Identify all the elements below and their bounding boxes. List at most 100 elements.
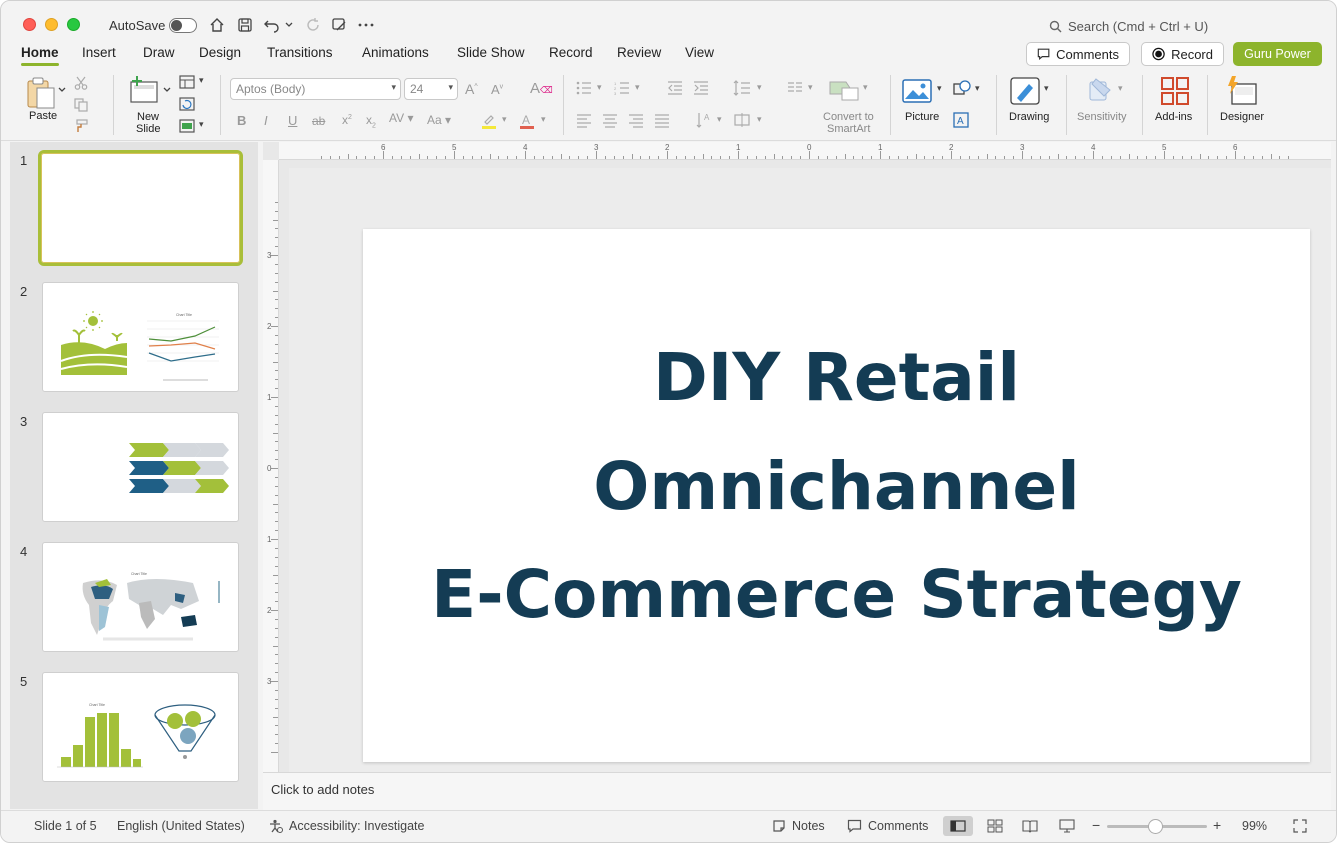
slide-thumbnail-4[interactable]: Chart Title [42,542,239,652]
close-window-button[interactable] [23,18,36,31]
slide-thumbnail-5[interactable]: Chart Title [42,672,239,782]
smartart-chevron-icon[interactable]: ▾ [863,82,868,93]
more-options-icon[interactable] [356,15,376,35]
text-direction-icon[interactable]: A [695,111,715,129]
clear-formatting-icon[interactable]: A⌫ [530,80,553,97]
drawing-chevron-icon[interactable]: ▾ [1044,83,1049,94]
numbering-chevron-icon[interactable]: ▾ [635,82,640,93]
new-slide-icon[interactable] [128,75,160,105]
designer-icon[interactable] [1225,75,1259,107]
font-size-field[interactable]: 24 ▾ [404,78,458,100]
strikethrough-icon[interactable]: ab [312,114,325,128]
justify-icon[interactable] [653,113,671,129]
record-button[interactable]: Record [1141,42,1224,66]
numbering-icon[interactable]: 123 [613,80,631,96]
tab-record[interactable]: Record [549,45,593,60]
highlight-chevron-icon[interactable]: ▾ [502,114,507,125]
section-chevron-icon[interactable]: ▾ [199,119,204,130]
sensitivity-icon[interactable] [1085,75,1117,105]
columns-chevron-icon[interactable]: ▾ [808,82,813,93]
redo-icon[interactable] [303,15,323,35]
bold-icon[interactable]: B [237,113,246,128]
font-color-chevron-icon[interactable]: ▾ [541,114,546,125]
zoom-out-icon[interactable]: − [1092,817,1100,833]
zoom-window-button[interactable] [67,18,80,31]
new-slide-chevron-icon[interactable] [162,85,172,95]
font-color-icon[interactable]: A [518,111,536,131]
paste-dropdown-chevron-icon[interactable] [57,85,67,95]
undo-dropdown-chevron-icon[interactable] [282,15,296,35]
slideshow-view-button[interactable] [1052,816,1082,836]
notes-toggle-button[interactable]: Notes [772,819,825,833]
tab-draw[interactable]: Draw [143,45,175,60]
cut-icon[interactable] [73,75,89,91]
comments-button[interactable]: Comments [1026,42,1130,66]
picture-icon[interactable] [901,77,933,105]
drawing-icon[interactable] [1008,75,1042,107]
text-box-icon[interactable]: A [952,111,970,129]
minimize-window-button[interactable] [45,18,58,31]
slide-thumbnails-panel[interactable]: 1 2 Chart Title 3 4 Chart Title 5 Chart … [10,142,258,809]
paste-icon[interactable] [23,75,59,111]
columns-icon[interactable] [786,80,804,94]
fit-to-window-button[interactable] [1285,816,1315,836]
subscript-icon[interactable]: x2 [366,113,376,129]
zoom-level[interactable]: 99% [1242,819,1267,833]
home-icon[interactable] [207,15,227,35]
text-direction-chevron-icon[interactable]: ▾ [717,114,722,125]
increase-indent-icon[interactable] [692,80,710,96]
format-painter-icon[interactable] [73,118,89,134]
tab-slide-show[interactable]: Slide Show [457,45,525,60]
current-slide[interactable]: DIY Retail Omnichannel E-Commerce Strate… [363,229,1310,762]
copy-icon[interactable] [73,97,89,113]
shapes-chevron-icon[interactable]: ▾ [975,83,980,94]
line-spacing-icon[interactable] [732,79,752,97]
tab-animations[interactable]: Animations [362,45,429,60]
italic-icon[interactable]: I [264,113,268,128]
align-right-icon[interactable] [627,113,645,129]
font-name-field[interactable]: Aptos (Body) ▾ [230,78,401,100]
slide-thumbnail-3[interactable] [42,412,239,522]
highlight-icon[interactable] [480,112,498,130]
align-text-chevron-icon[interactable]: ▾ [757,114,762,125]
autosave-toggle[interactable] [169,18,197,33]
tab-transitions[interactable]: Transitions [267,45,333,60]
increase-font-icon[interactable]: A^ [465,81,478,97]
guru-power-button[interactable]: Guru Power [1233,42,1322,66]
picture-chevron-icon[interactable]: ▾ [937,83,942,94]
language-indicator[interactable]: English (United States) [117,819,245,833]
bullets-icon[interactable] [575,80,593,96]
line-spacing-chevron-icon[interactable]: ▾ [757,82,762,93]
slide-title-line-2[interactable]: Omnichannel [363,448,1310,525]
layout-icon[interactable] [178,74,196,90]
reading-view-button[interactable] [1015,816,1045,836]
decrease-indent-icon[interactable] [666,80,684,96]
add-ins-icon[interactable] [1159,75,1191,107]
tab-design[interactable]: Design [199,45,241,60]
zoom-slider-thumb[interactable] [1148,819,1163,834]
superscript-icon[interactable]: x2 [342,113,352,127]
reset-slide-icon[interactable] [178,96,196,112]
decrease-font-icon[interactable]: Av [491,82,503,97]
zoom-in-icon[interactable]: + [1213,817,1221,833]
tab-view[interactable]: View [685,45,714,60]
align-center-icon[interactable] [601,113,619,129]
present-icon[interactable] [329,15,349,35]
change-case-icon[interactable]: Aa ▾ [427,113,451,127]
save-icon[interactable] [235,15,255,35]
slide-sorter-button[interactable] [980,816,1010,836]
tab-review[interactable]: Review [617,45,661,60]
slide-title-line-3[interactable]: E-Commerce Strategy [363,556,1310,633]
layout-chevron-icon[interactable]: ▾ [199,75,204,86]
tab-home[interactable]: Home [21,45,59,66]
slide-title-line-1[interactable]: DIY Retail [363,339,1310,416]
normal-view-button[interactable] [943,816,973,836]
search-box[interactable]: Search (Cmd + Ctrl + U) [1049,19,1208,34]
undo-icon[interactable] [262,15,282,35]
character-spacing-icon[interactable]: AV ▾ [389,111,413,125]
bullets-chevron-icon[interactable]: ▾ [597,82,602,93]
horizontal-ruler[interactable]: 6 5 4 3 2 1 0 1 2 3 4 5 6 [279,142,1331,160]
align-text-icon[interactable] [732,111,752,129]
notes-pane[interactable]: Click to add notes [263,772,1331,810]
comments-toggle-button[interactable]: Comments [847,819,928,833]
